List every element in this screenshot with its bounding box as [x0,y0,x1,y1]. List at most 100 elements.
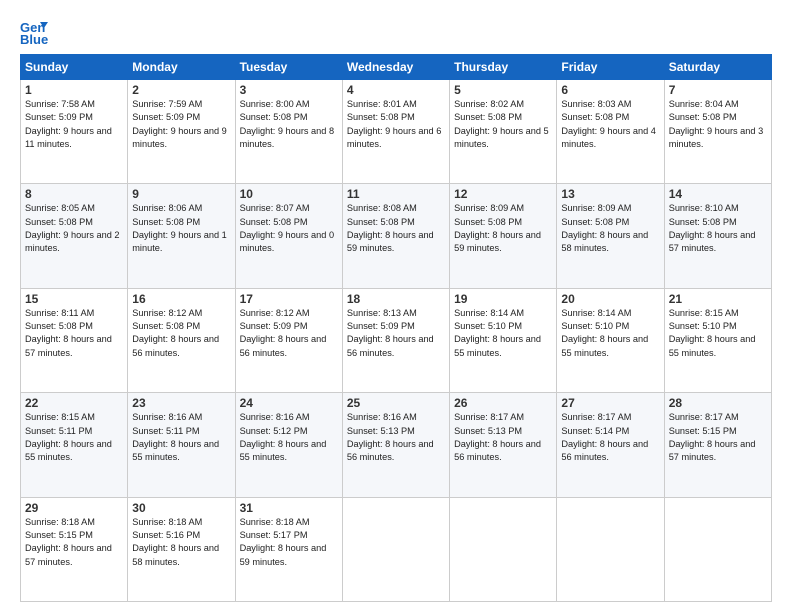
calendar-cell: 19Sunrise: 8:14 AMSunset: 5:10 PMDayligh… [450,288,557,392]
calendar-cell: 26Sunrise: 8:17 AMSunset: 5:13 PMDayligh… [450,393,557,497]
day-number: 11 [347,187,445,201]
day-info: Sunrise: 8:08 AMSunset: 5:08 PMDaylight:… [347,202,445,255]
week-row-3: 15Sunrise: 8:11 AMSunset: 5:08 PMDayligh… [21,288,772,392]
day-number: 22 [25,396,123,410]
day-info: Sunrise: 8:10 AMSunset: 5:08 PMDaylight:… [669,202,767,255]
calendar-cell: 3Sunrise: 8:00 AMSunset: 5:08 PMDaylight… [235,80,342,184]
calendar-cell [342,497,449,601]
day-number: 26 [454,396,552,410]
calendar-cell: 24Sunrise: 8:16 AMSunset: 5:12 PMDayligh… [235,393,342,497]
day-info: Sunrise: 8:16 AMSunset: 5:11 PMDaylight:… [132,411,230,464]
days-of-week-row: SundayMondayTuesdayWednesdayThursdayFrid… [21,55,772,80]
day-info: Sunrise: 8:18 AMSunset: 5:16 PMDaylight:… [132,516,230,569]
day-number: 4 [347,83,445,97]
day-number: 6 [561,83,659,97]
day-info: Sunrise: 7:58 AMSunset: 5:09 PMDaylight:… [25,98,123,151]
dow-header-thursday: Thursday [450,55,557,80]
dow-header-sunday: Sunday [21,55,128,80]
day-number: 14 [669,187,767,201]
day-info: Sunrise: 8:11 AMSunset: 5:08 PMDaylight:… [25,307,123,360]
day-info: Sunrise: 8:16 AMSunset: 5:12 PMDaylight:… [240,411,338,464]
day-number: 25 [347,396,445,410]
day-info: Sunrise: 8:18 AMSunset: 5:15 PMDaylight:… [25,516,123,569]
day-number: 20 [561,292,659,306]
day-number: 30 [132,501,230,515]
day-number: 31 [240,501,338,515]
calendar-cell: 14Sunrise: 8:10 AMSunset: 5:08 PMDayligh… [664,184,771,288]
day-number: 7 [669,83,767,97]
calendar-cell: 11Sunrise: 8:08 AMSunset: 5:08 PMDayligh… [342,184,449,288]
calendar-cell: 6Sunrise: 8:03 AMSunset: 5:08 PMDaylight… [557,80,664,184]
calendar-cell: 12Sunrise: 8:09 AMSunset: 5:08 PMDayligh… [450,184,557,288]
day-info: Sunrise: 8:15 AMSunset: 5:11 PMDaylight:… [25,411,123,464]
day-number: 23 [132,396,230,410]
day-info: Sunrise: 8:18 AMSunset: 5:17 PMDaylight:… [240,516,338,569]
day-info: Sunrise: 8:17 AMSunset: 5:15 PMDaylight:… [669,411,767,464]
day-info: Sunrise: 8:17 AMSunset: 5:14 PMDaylight:… [561,411,659,464]
day-info: Sunrise: 8:13 AMSunset: 5:09 PMDaylight:… [347,307,445,360]
day-info: Sunrise: 8:14 AMSunset: 5:10 PMDaylight:… [561,307,659,360]
day-info: Sunrise: 8:00 AMSunset: 5:08 PMDaylight:… [240,98,338,151]
day-info: Sunrise: 8:07 AMSunset: 5:08 PMDaylight:… [240,202,338,255]
logo: Gen Blue [20,18,51,46]
calendar-cell: 4Sunrise: 8:01 AMSunset: 5:08 PMDaylight… [342,80,449,184]
calendar-cell: 16Sunrise: 8:12 AMSunset: 5:08 PMDayligh… [128,288,235,392]
day-info: Sunrise: 8:16 AMSunset: 5:13 PMDaylight:… [347,411,445,464]
calendar-cell [664,497,771,601]
dow-header-wednesday: Wednesday [342,55,449,80]
day-number: 12 [454,187,552,201]
day-info: Sunrise: 8:06 AMSunset: 5:08 PMDaylight:… [132,202,230,255]
week-row-1: 1Sunrise: 7:58 AMSunset: 5:09 PMDaylight… [21,80,772,184]
week-row-5: 29Sunrise: 8:18 AMSunset: 5:15 PMDayligh… [21,497,772,601]
calendar-cell: 29Sunrise: 8:18 AMSunset: 5:15 PMDayligh… [21,497,128,601]
day-info: Sunrise: 8:02 AMSunset: 5:08 PMDaylight:… [454,98,552,151]
calendar-cell: 23Sunrise: 8:16 AMSunset: 5:11 PMDayligh… [128,393,235,497]
logo-icon: Gen Blue [20,18,48,46]
day-info: Sunrise: 8:14 AMSunset: 5:10 PMDaylight:… [454,307,552,360]
day-info: Sunrise: 8:03 AMSunset: 5:08 PMDaylight:… [561,98,659,151]
calendar-cell: 8Sunrise: 8:05 AMSunset: 5:08 PMDaylight… [21,184,128,288]
calendar-cell: 13Sunrise: 8:09 AMSunset: 5:08 PMDayligh… [557,184,664,288]
day-number: 13 [561,187,659,201]
calendar-cell [450,497,557,601]
day-number: 9 [132,187,230,201]
week-row-4: 22Sunrise: 8:15 AMSunset: 5:11 PMDayligh… [21,393,772,497]
day-info: Sunrise: 8:15 AMSunset: 5:10 PMDaylight:… [669,307,767,360]
day-number: 29 [25,501,123,515]
day-number: 15 [25,292,123,306]
day-number: 10 [240,187,338,201]
dow-header-monday: Monday [128,55,235,80]
day-number: 16 [132,292,230,306]
day-number: 21 [669,292,767,306]
calendar-cell: 1Sunrise: 7:58 AMSunset: 5:09 PMDaylight… [21,80,128,184]
calendar-table: SundayMondayTuesdayWednesdayThursdayFrid… [20,54,772,602]
dow-header-saturday: Saturday [664,55,771,80]
calendar-body: 1Sunrise: 7:58 AMSunset: 5:09 PMDaylight… [21,80,772,602]
svg-text:Blue: Blue [20,32,48,46]
calendar-cell: 25Sunrise: 8:16 AMSunset: 5:13 PMDayligh… [342,393,449,497]
day-number: 28 [669,396,767,410]
day-number: 19 [454,292,552,306]
calendar-cell: 10Sunrise: 8:07 AMSunset: 5:08 PMDayligh… [235,184,342,288]
header: Gen Blue [20,18,772,46]
day-info: Sunrise: 8:17 AMSunset: 5:13 PMDaylight:… [454,411,552,464]
calendar-cell: 20Sunrise: 8:14 AMSunset: 5:10 PMDayligh… [557,288,664,392]
day-info: Sunrise: 8:01 AMSunset: 5:08 PMDaylight:… [347,98,445,151]
day-info: Sunrise: 8:09 AMSunset: 5:08 PMDaylight:… [561,202,659,255]
day-info: Sunrise: 8:05 AMSunset: 5:08 PMDaylight:… [25,202,123,255]
day-number: 3 [240,83,338,97]
day-number: 2 [132,83,230,97]
day-info: Sunrise: 8:09 AMSunset: 5:08 PMDaylight:… [454,202,552,255]
calendar-cell: 5Sunrise: 8:02 AMSunset: 5:08 PMDaylight… [450,80,557,184]
day-info: Sunrise: 8:04 AMSunset: 5:08 PMDaylight:… [669,98,767,151]
day-number: 8 [25,187,123,201]
calendar-cell: 9Sunrise: 8:06 AMSunset: 5:08 PMDaylight… [128,184,235,288]
calendar-cell: 17Sunrise: 8:12 AMSunset: 5:09 PMDayligh… [235,288,342,392]
calendar-cell: 22Sunrise: 8:15 AMSunset: 5:11 PMDayligh… [21,393,128,497]
calendar-cell: 27Sunrise: 8:17 AMSunset: 5:14 PMDayligh… [557,393,664,497]
day-info: Sunrise: 8:12 AMSunset: 5:08 PMDaylight:… [132,307,230,360]
week-row-2: 8Sunrise: 8:05 AMSunset: 5:08 PMDaylight… [21,184,772,288]
day-number: 1 [25,83,123,97]
calendar-page: Gen Blue SundayMondayTuesdayWednesdayThu… [0,0,792,612]
day-number: 17 [240,292,338,306]
